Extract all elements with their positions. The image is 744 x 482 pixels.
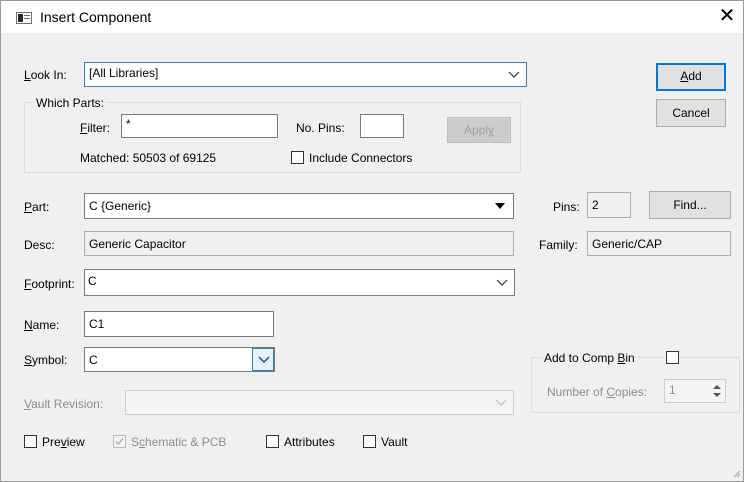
symbol-value: C xyxy=(89,353,98,367)
preview-label: Preview xyxy=(42,435,85,449)
chevron-down-icon xyxy=(508,71,520,78)
desc-value: Generic Capacitor xyxy=(84,231,514,256)
no-pins-input[interactable] xyxy=(360,114,404,138)
vault-label: Vault xyxy=(381,435,408,449)
spinner-arrows-icon[interactable] xyxy=(712,384,722,398)
window-app-icon xyxy=(16,12,32,24)
pins-value: 2 xyxy=(587,192,631,218)
number-of-copies-label: Number of Copies: xyxy=(547,385,648,399)
insert-component-dialog: Insert Component ✕ Look In: [All Librari… xyxy=(0,0,744,482)
symbol-combo[interactable]: C xyxy=(84,347,275,372)
footprint-value: C xyxy=(88,274,97,288)
family-value: Generic/CAP xyxy=(587,231,731,256)
matched-count: Matched: 50503 of 69125 xyxy=(80,151,217,165)
vault-revision-label: Vault Revision: xyxy=(24,397,104,411)
number-of-copies-value: 1 xyxy=(669,383,676,397)
chevron-down-icon xyxy=(496,279,508,286)
dropdown-arrow-icon xyxy=(495,203,505,209)
schematic-pcb-label: Schematic & PCB xyxy=(131,435,227,449)
part-combo[interactable]: C {Generic} xyxy=(84,193,514,219)
title-bar: Insert Component ✕ xyxy=(1,1,743,33)
chevron-down-icon xyxy=(258,356,270,363)
include-connectors-label: Include Connectors xyxy=(309,151,413,165)
vault-revision-combo[interactable] xyxy=(125,390,514,415)
include-connectors-checkbox[interactable] xyxy=(291,151,304,164)
symbol-label: Symbol: xyxy=(24,353,68,367)
attributes-checkbox[interactable] xyxy=(266,435,279,448)
desc-label: Desc: xyxy=(24,238,55,252)
apply-button[interactable]: Apply xyxy=(447,117,511,143)
footprint-label: Footprint: xyxy=(24,277,75,291)
name-label: Name: xyxy=(24,318,60,332)
add-to-comp-bin-label: Add to Comp Bin xyxy=(542,351,637,365)
window-title: Insert Component xyxy=(40,9,152,25)
family-label: Family: xyxy=(539,238,578,252)
which-parts-legend: Which Parts: xyxy=(34,96,107,110)
preview-checkbox[interactable] xyxy=(24,435,37,448)
vault-checkbox[interactable] xyxy=(363,435,376,448)
pins-label: Pins: xyxy=(553,200,580,214)
look-in-dropdown[interactable]: [All Libraries] xyxy=(84,62,527,87)
filter-label: Filter: xyxy=(80,121,111,135)
part-label: Part: xyxy=(24,200,50,214)
add-to-comp-bin-checkbox[interactable] xyxy=(666,351,679,364)
attributes-label: Attributes xyxy=(284,435,335,449)
look-in-value: [All Libraries] xyxy=(89,66,159,80)
filter-input[interactable]: * xyxy=(121,114,278,138)
find-button[interactable]: Find... xyxy=(649,191,731,219)
schematic-pcb-checkbox[interactable] xyxy=(113,435,126,448)
add-button[interactable]: Add xyxy=(656,63,726,91)
footprint-combo[interactable]: C xyxy=(84,269,515,296)
chevron-down-icon xyxy=(495,399,507,406)
part-value: C {Generic} xyxy=(89,199,152,213)
look-in-label: Look In: xyxy=(24,68,67,82)
close-icon[interactable]: ✕ xyxy=(715,4,739,28)
name-input[interactable]: C1 xyxy=(84,311,274,337)
number-of-copies-spinner[interactable]: 1 xyxy=(664,379,726,403)
resize-grip-icon[interactable] xyxy=(731,468,741,478)
symbol-dropdown-button[interactable] xyxy=(252,348,274,371)
cancel-button[interactable]: Cancel xyxy=(656,99,726,127)
checkmark-icon xyxy=(115,438,124,446)
no-pins-label: No. Pins: xyxy=(296,121,345,135)
